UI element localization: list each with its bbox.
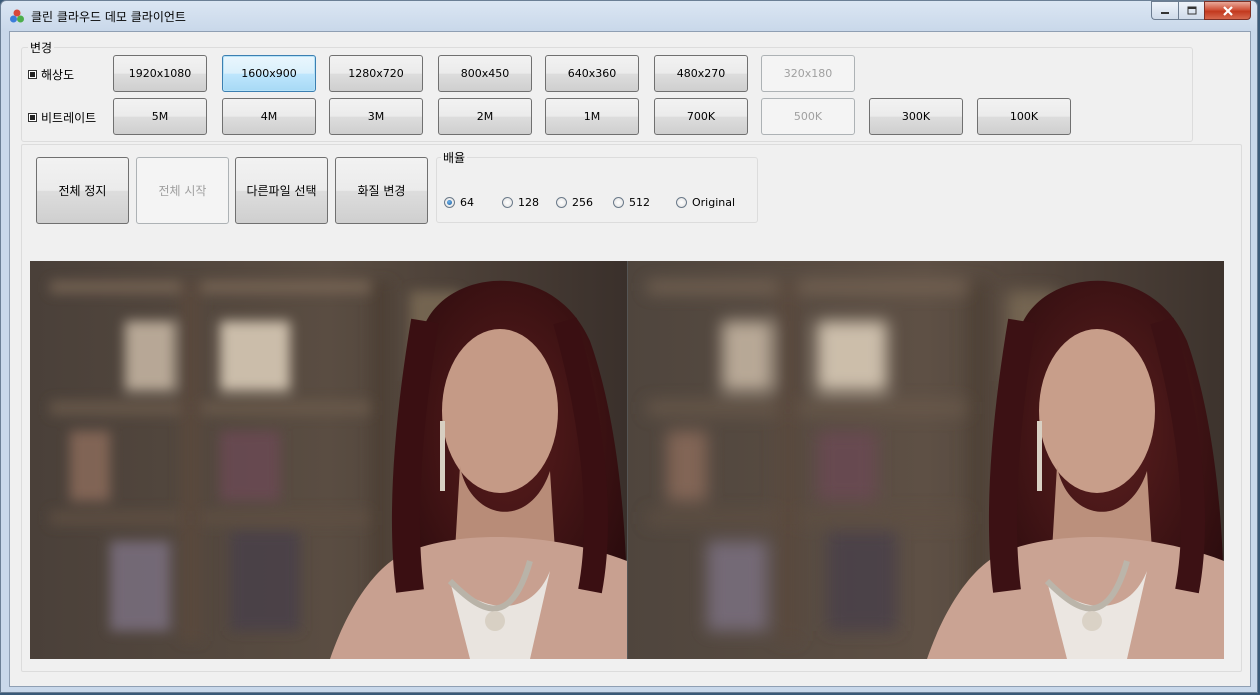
radio-icon	[676, 197, 687, 208]
bitrate-100k-button[interactable]: 100K	[977, 98, 1071, 135]
video-panel-left[interactable]	[30, 261, 627, 659]
client-area: 변경 해상도 비트레이트 1920x1080 1600x900 1280x720…	[9, 31, 1251, 687]
minimize-icon	[1161, 11, 1169, 14]
bitrate-4m-button[interactable]: 4M	[222, 98, 316, 135]
bitrate-label: 비트레이트	[28, 109, 96, 126]
resolution-checkbox-icon	[28, 70, 37, 79]
bitrate-1m-button[interactable]: 1M	[545, 98, 639, 135]
maximize-icon	[1187, 6, 1196, 15]
app-icon	[10, 9, 24, 23]
close-icon	[1222, 5, 1233, 16]
video-divider	[627, 261, 628, 659]
window-title: 클린 클라우드 데모 클라이언트	[31, 10, 186, 24]
maximize-button[interactable]	[1178, 1, 1204, 20]
close-button[interactable]	[1204, 1, 1251, 20]
ratio-option-original[interactable]: Original	[676, 196, 735, 209]
resolution-1920x1080-button[interactable]: 1920x1080	[113, 55, 207, 92]
video-frame-left	[30, 261, 627, 659]
resolution-800x450-button[interactable]: 800x450	[438, 55, 532, 92]
ratio-option-label: 512	[629, 196, 650, 209]
ratio-option-label: 64	[460, 196, 474, 209]
radio-icon	[613, 197, 624, 208]
stop-all-button[interactable]: 전체 정지	[36, 157, 129, 224]
ratio-group: 배율	[436, 149, 758, 223]
change-group-title: 변경	[28, 39, 55, 56]
video-panel-right[interactable]	[627, 261, 1224, 659]
resolution-640x360-button[interactable]: 640x360	[545, 55, 639, 92]
video-frame-right	[627, 261, 1224, 659]
resolution-320x180-button[interactable]: 320x180	[761, 55, 855, 92]
ratio-option-label: 128	[518, 196, 539, 209]
ratio-option-512[interactable]: 512	[613, 196, 650, 209]
resolution-label: 해상도	[28, 66, 74, 83]
bitrate-700k-button[interactable]: 700K	[654, 98, 748, 135]
bitrate-500k-button[interactable]: 500K	[761, 98, 855, 135]
minimize-button[interactable]	[1151, 1, 1178, 20]
resolution-480x270-button[interactable]: 480x270	[654, 55, 748, 92]
ratio-option-128[interactable]: 128	[502, 196, 539, 209]
resolution-1280x720-button[interactable]: 1280x720	[329, 55, 423, 92]
bitrate-3m-button[interactable]: 3M	[329, 98, 423, 135]
radio-checked-icon	[444, 197, 455, 208]
bitrate-300k-button[interactable]: 300K	[869, 98, 963, 135]
change-quality-button[interactable]: 화질 변경	[335, 157, 428, 224]
bitrate-checkbox-icon	[28, 113, 37, 122]
resolution-label-text: 해상도	[41, 68, 75, 82]
select-other-file-button[interactable]: 다른파일 선택	[235, 157, 328, 224]
ratio-option-label: Original	[692, 196, 736, 209]
ratio-group-title: 배율	[441, 149, 468, 166]
bitrate-2m-button[interactable]: 2M	[438, 98, 532, 135]
resolution-1600x900-button[interactable]: 1600x900	[222, 55, 316, 92]
bitrate-label-text: 비트레이트	[41, 111, 97, 125]
app-window: 클린 클라우드 데모 클라이언트 변경 해상도 비트레이트 1920x1080 …	[0, 0, 1258, 693]
radio-icon	[502, 197, 513, 208]
ratio-option-label: 256	[572, 196, 593, 209]
bitrate-5m-button[interactable]: 5M	[113, 98, 207, 135]
start-all-button[interactable]: 전체 시작	[136, 157, 229, 224]
radio-icon	[556, 197, 567, 208]
ratio-option-256[interactable]: 256	[556, 196, 593, 209]
ratio-option-64[interactable]: 64	[444, 196, 474, 209]
title-bar[interactable]: 클린 클라우드 데모 클라이언트	[1, 1, 1257, 31]
